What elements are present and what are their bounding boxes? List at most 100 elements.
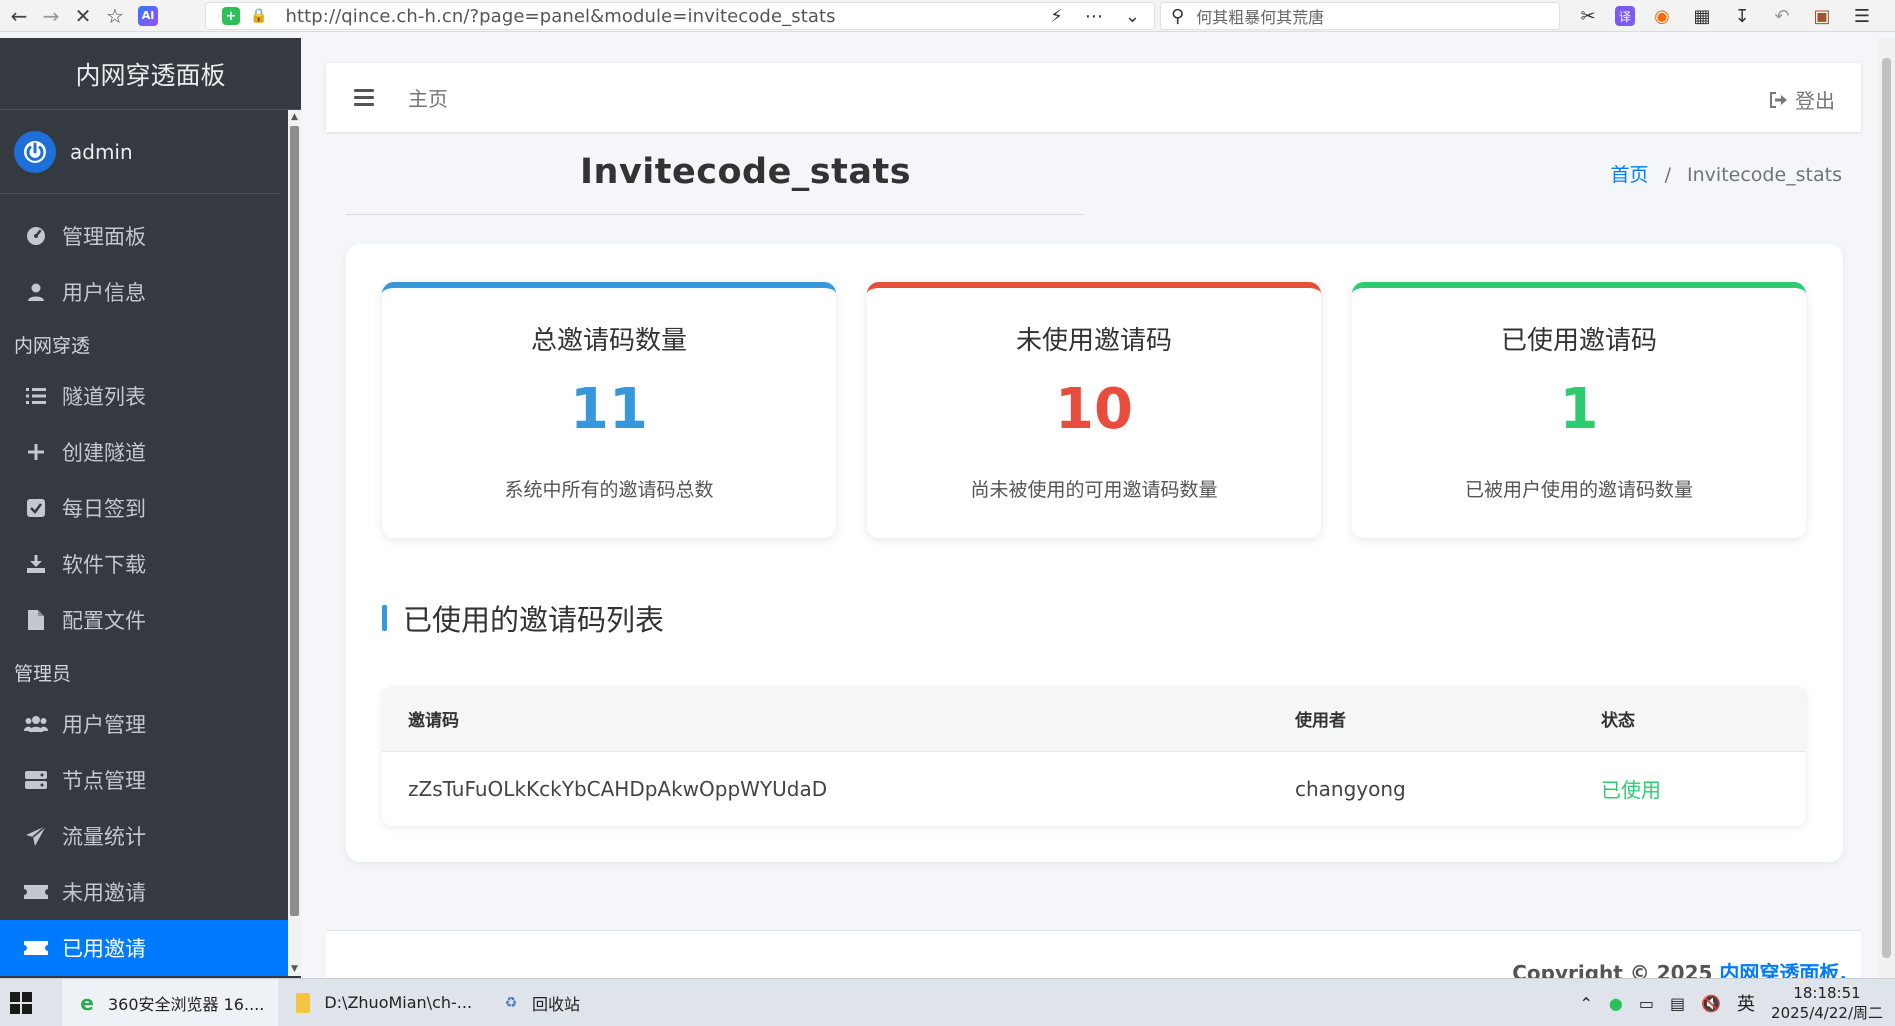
game-controller-icon[interactable]: ◉ (1649, 4, 1675, 28)
extensions-puzzle-icon[interactable]: ▦ (1689, 4, 1715, 28)
sidebar-item-0[interactable]: 管理面板 (0, 208, 301, 264)
browser-e-icon: e (80, 990, 94, 1015)
tray-chevron-up-icon[interactable]: ⌃ (1579, 994, 1592, 1013)
stat-title: 总邀请码数量 (530, 326, 687, 356)
sign-out-icon (1770, 91, 1787, 108)
browser-search-box[interactable]: ⚲ 何其粗暴何其荒唐 (1160, 2, 1560, 30)
stat-title: 未使用邀请码 (1015, 326, 1172, 356)
user-panel[interactable]: admin (0, 110, 279, 194)
system-clock[interactable]: 18:18:51 2025/4/22/周二 (1771, 983, 1883, 1023)
battery-icon[interactable]: ▭ (1639, 994, 1654, 1013)
title-divider (346, 214, 1084, 215)
insecure-lock-icon[interactable]: 🔒 (250, 8, 267, 24)
stats-card: 总邀请码数量 11 系统中所有的邀请码总数 未使用邀请码 10 尚未被使用的可用… (346, 244, 1843, 862)
scroll-up-arrow-icon[interactable]: ▲ (291, 112, 298, 122)
sidebar-item-label: 用户信息 (62, 281, 146, 305)
stat-title: 已使用邀请码 (1500, 326, 1657, 356)
sidebar-item-label: 创建隧道 (62, 441, 146, 465)
sidebar-item-6[interactable]: 软件下载 (0, 536, 301, 592)
scroll-down-arrow-icon[interactable]: ▼ (291, 964, 298, 974)
download-manager-icon[interactable]: ↧ (1729, 4, 1755, 28)
wechat-icon[interactable]: ● (1609, 994, 1623, 1013)
sidebar-item-3[interactable]: 隧道列表 (0, 368, 301, 424)
network-icon[interactable]: ▤ (1670, 994, 1685, 1013)
chevron-down-icon[interactable]: ⌄ (1125, 6, 1140, 27)
translate-icon[interactable]: 译 (1615, 6, 1635, 26)
sidebar-section-header: 内网穿透 (14, 334, 91, 357)
logout-button[interactable]: 登出 (1769, 85, 1835, 114)
sidebar-item-label: 软件下载 (62, 553, 146, 577)
table-header-row: 邀请码 使用者 状态 (382, 686, 1806, 752)
page-scrollbar[interactable] (1878, 38, 1895, 978)
address-bar[interactable]: + 🔒 http://qince.ch-h.cn/?page=panel&mod… (205, 2, 1155, 30)
sidebar-item-label: 配置文件 (62, 609, 146, 633)
file-icon (24, 608, 48, 632)
more-dots-icon[interactable]: ⋯ (1085, 6, 1103, 27)
browser-toolbar: ← → ✕ ☆ AI + 🔒 http://qince.ch-h.cn/?pag… (0, 0, 1895, 32)
favorites-star-icon[interactable]: ☆ (102, 3, 128, 29)
clock-date: 2025/4/22/周二 (1771, 1004, 1883, 1022)
sidebar-item-label: 管理面板 (62, 225, 146, 249)
download-icon (24, 552, 48, 576)
user-name[interactable]: admin (70, 140, 133, 164)
browser-menu-icon[interactable]: ☰ (1849, 4, 1875, 28)
top-navbar: 主页 登出 (326, 63, 1861, 132)
sidebar-item-7[interactable]: 配置文件 (0, 592, 301, 648)
sidebar-section-header: 管理员 (14, 662, 72, 685)
ime-indicator[interactable]: 英 (1737, 990, 1755, 1016)
sidebar-item-4[interactable]: 创建隧道 (0, 424, 301, 480)
sidebar-item-10[interactable]: 节点管理 (0, 752, 301, 808)
breadcrumb: 首页 / Invitecode_stats (1611, 160, 1842, 187)
security-shield-icon[interactable]: + (222, 7, 240, 25)
page-scroll-thumb[interactable] (1882, 58, 1891, 958)
ai-assistant-icon[interactable]: AI (138, 5, 158, 26)
volume-muted-icon[interactable]: 🔇 (1701, 994, 1721, 1013)
sidebar-brand[interactable]: 内网穿透面板 (0, 38, 301, 110)
column-header-status: 状态 (1601, 711, 1635, 731)
sidebar-item-13[interactable]: 已用邀请 (0, 920, 288, 976)
stat-card-unused: 未使用邀请码 10 尚未被使用的可用邀请码数量 (867, 282, 1321, 538)
sidebar-item-label: 每日签到 (62, 497, 146, 521)
windows-start-icon[interactable] (10, 991, 32, 1014)
sidebar-item-label: 用户管理 (62, 713, 146, 737)
search-icon: ⚲ (1171, 5, 1185, 27)
search-suggestion-text[interactable]: 何其粗暴何其荒唐 (1196, 4, 1324, 28)
menu-toggle-icon[interactable] (354, 85, 374, 110)
sidebar-item-9[interactable]: 用户管理 (0, 696, 301, 752)
server-icon (24, 768, 48, 792)
cell-status: 已使用 (1601, 778, 1661, 802)
cell-user: changyong (1295, 776, 1406, 801)
sidebar-item-label: 已用邀请 (62, 937, 146, 961)
list-icon (24, 384, 48, 408)
home-link[interactable]: 主页 (408, 83, 448, 112)
sidebar-item-12[interactable]: 未用邀请 (0, 864, 301, 920)
taskbar-item-recycle-bin[interactable]: ♻ 回收站 (486, 979, 594, 1026)
stop-loading-icon[interactable]: ✕ (70, 3, 96, 29)
briefcase-icon[interactable]: ▣ (1809, 4, 1835, 28)
stat-value: 10 (1055, 377, 1133, 442)
undo-icon[interactable]: ↶ (1769, 4, 1795, 28)
sidebar-item-label: 隧道列表 (62, 385, 146, 409)
column-header-user: 使用者 (1295, 711, 1346, 731)
lightning-icon[interactable]: ⚡ (1050, 6, 1063, 27)
footer: Copyright © 2025 内网穿透面板. (326, 930, 1861, 985)
sidebar-nav: 管理面板用户信息内网穿透隧道列表创建隧道每日签到软件下载配置文件管理员用户管理节… (0, 194, 301, 976)
sidebar-item-11[interactable]: 流量统计 (0, 808, 301, 864)
forward-arrow-icon[interactable]: → (38, 3, 64, 29)
stat-card-total: 总邀请码数量 11 系统中所有的邀请码总数 (382, 282, 836, 538)
breadcrumb-home-link[interactable]: 首页 (1611, 164, 1649, 186)
url-text[interactable]: http://qince.ch-h.cn/?page=panel&module=… (285, 6, 835, 27)
sidebar-scrollbar[interactable]: ▲ ▼ (288, 110, 301, 976)
breadcrumb-current: Invitecode_stats (1687, 164, 1842, 186)
taskbar-item-folder[interactable]: D:\ZhuoMian\ch-... (278, 979, 486, 1026)
scissors-icon[interactable]: ✂ (1575, 4, 1601, 28)
taskbar-item-browser[interactable]: e 360安全浏览器 16.... (62, 978, 279, 1026)
stat-card-used: 已使用邀请码 1 已被用户使用的邀请码数量 (1352, 282, 1806, 538)
taskbar-item-label: 回收站 (532, 994, 581, 1014)
power-icon (24, 140, 46, 163)
sidebar-scroll-thumb[interactable] (290, 126, 299, 916)
check-square-icon (24, 496, 48, 520)
sidebar-item-1[interactable]: 用户信息 (0, 264, 301, 320)
sidebar-item-5[interactable]: 每日签到 (0, 480, 301, 536)
back-arrow-icon[interactable]: ← (6, 3, 32, 29)
